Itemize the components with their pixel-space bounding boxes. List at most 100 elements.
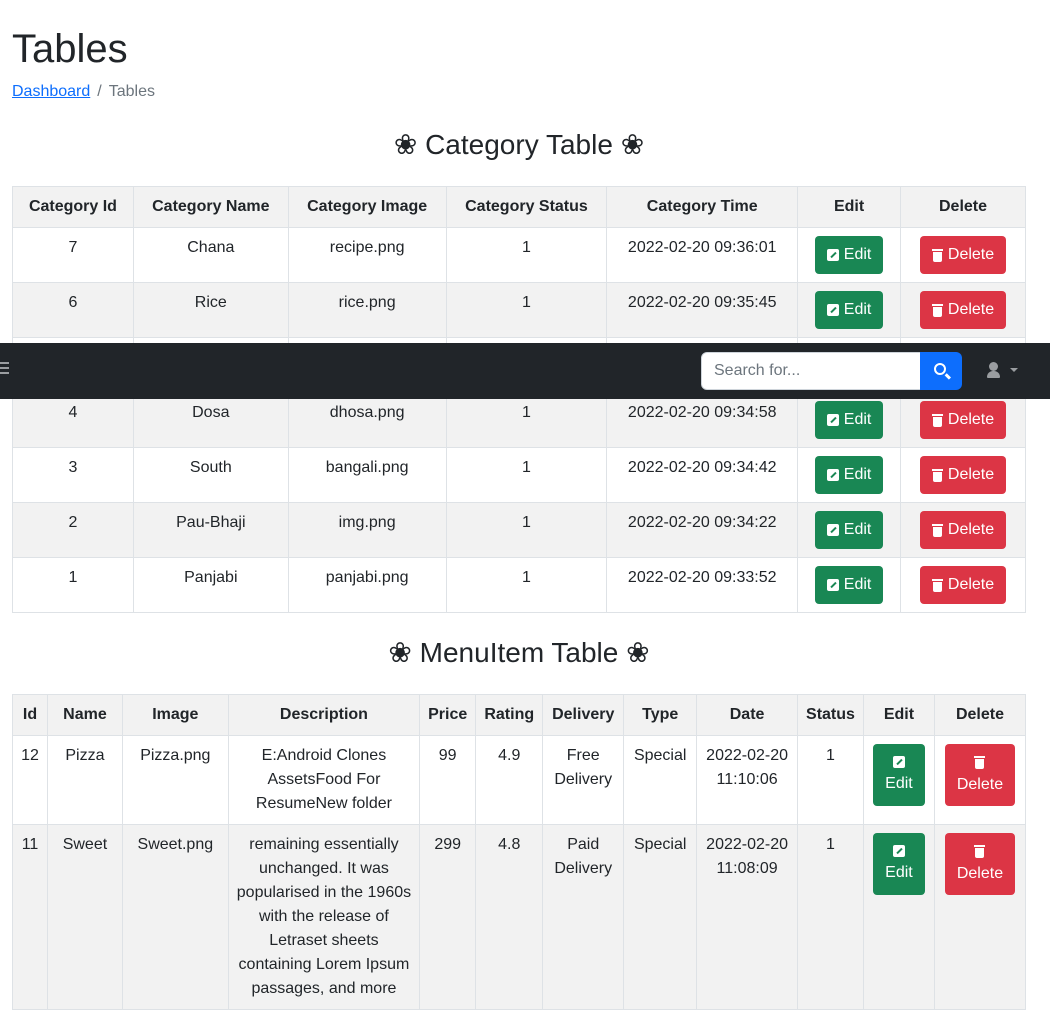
header-price: Price: [419, 694, 477, 736]
table-row: 12 Pizza Pizza.png E:Android Clones AssetsF…: [12, 735, 1027, 825]
cell-edit: Edit: [797, 282, 902, 338]
cell-image: bangali.png: [287, 447, 447, 503]
button-label: Edit: [885, 864, 913, 881]
cell-image: img.png: [287, 502, 447, 558]
menuitem-table-header-row: Id Name Image Description Price Rating D…: [12, 694, 1027, 736]
top-navbar: [0, 343, 1050, 399]
trash-icon: [931, 413, 943, 427]
delete-button[interactable]: Delete: [944, 744, 1016, 806]
cell-rating: 4.9: [475, 735, 544, 825]
header-id: Id: [12, 694, 48, 736]
button-label: Edit: [843, 246, 872, 263]
cell-delete: Delete: [900, 502, 1026, 558]
edit-button[interactable]: Edit: [873, 744, 925, 806]
cell-time: 2022-02-20 09:34:58: [606, 392, 799, 448]
cell-id: 12: [12, 735, 48, 825]
button-label: Delete: [947, 576, 995, 593]
cell-delete: Delete: [900, 392, 1026, 448]
cell-delivery: Paid Delivery: [542, 824, 625, 1010]
cell-image: panjabi.png: [287, 557, 447, 613]
cell-image: Pizza.png: [121, 735, 229, 825]
user-icon: [989, 362, 998, 371]
breadcrumb: Dashboard / Tables: [12, 82, 155, 102]
edit-button[interactable]: Edit: [814, 511, 884, 549]
button-label: Edit: [843, 411, 872, 428]
button-label: Delete: [956, 775, 1004, 793]
cell-status: 1: [445, 447, 608, 503]
delete-button[interactable]: Delete: [919, 566, 1007, 604]
button-label: Delete: [947, 466, 995, 483]
cell-delete: Delete: [933, 824, 1027, 1010]
edit-icon: [826, 249, 839, 261]
edit-button[interactable]: Edit: [873, 833, 925, 895]
search-button[interactable]: [920, 352, 962, 390]
button-label: Delete: [947, 301, 995, 318]
user-icon-body: [987, 371, 1000, 378]
cell-status: 1: [445, 557, 608, 613]
cell-status: 1: [445, 227, 608, 283]
delete-button[interactable]: Delete: [919, 236, 1007, 274]
button-label: Edit: [843, 466, 872, 483]
edit-icon: [826, 469, 839, 481]
button-label: Delete: [956, 864, 1004, 882]
table-row: 11 Sweet Sweet.png remaining essentially un…: [12, 824, 1027, 1010]
cell-time: 2022-02-20 09:35:45: [606, 282, 799, 338]
edit-icon: [892, 845, 905, 857]
cell-image: rice.png: [287, 282, 447, 338]
header-rating: Rating: [475, 694, 544, 736]
edit-icon: [826, 579, 839, 591]
trash-icon: [974, 755, 986, 769]
cell-delete: Delete: [900, 557, 1026, 613]
cell-name: Pizza: [46, 735, 123, 825]
header-category-image: Category Image: [287, 186, 447, 228]
cell-delete: Delete: [900, 227, 1026, 283]
hamburger-icon[interactable]: [0, 362, 10, 378]
trash-icon: [931, 523, 943, 537]
cell-name: Chana: [132, 227, 289, 283]
header-type: Type: [623, 694, 698, 736]
cell-edit: Edit: [862, 735, 935, 825]
user-dropdown[interactable]: [986, 361, 1020, 381]
button-label: Delete: [947, 246, 995, 263]
edit-button[interactable]: Edit: [814, 401, 884, 439]
edit-button[interactable]: Edit: [814, 456, 884, 494]
header-date: Date: [696, 694, 798, 736]
cell-image: Sweet.png: [121, 824, 229, 1010]
table-row: 7 Chana recipe.png 1 2022-02-20 09:36:01 Edit…: [12, 227, 1026, 283]
header-category-id: Category Id: [12, 186, 134, 228]
cell-time: 2022-02-20 09:33:52: [606, 557, 799, 613]
menuitem-table-title: ❀ MenuItem Table ❀: [388, 637, 650, 668]
cell-price: 299: [419, 824, 477, 1010]
cell-price: 99: [419, 735, 477, 825]
cell-name: Panjabi: [132, 557, 289, 613]
edit-button[interactable]: Edit: [814, 291, 884, 329]
search-input[interactable]: [701, 352, 921, 390]
edit-button[interactable]: Edit: [814, 236, 884, 274]
button-label: Edit: [843, 521, 872, 538]
category-table: Category Id Category Name Category Image…: [12, 186, 1026, 613]
edit-button[interactable]: Edit: [814, 566, 884, 604]
delete-button[interactable]: Delete: [919, 291, 1007, 329]
table-row: 1 Panjabi panjabi.png 1 2022-02-20 09:33:52 E…: [12, 557, 1026, 613]
table-row: 6 Rice rice.png 1 2022-02-20 09:35:45 Edit Del…: [12, 282, 1026, 338]
cell-description: E:Android Clones AssetsFood For ResumeNe…: [227, 735, 421, 825]
delete-button[interactable]: Delete: [944, 833, 1016, 895]
edit-icon: [892, 756, 905, 768]
cell-name: Rice: [132, 282, 289, 338]
delete-button[interactable]: Delete: [919, 511, 1007, 549]
cell-id: 3: [12, 447, 134, 503]
delete-button[interactable]: Delete: [919, 401, 1007, 439]
trash-icon: [931, 468, 943, 482]
category-table-title: ❀ Category Table ❀: [393, 129, 645, 160]
button-label: Edit: [843, 301, 872, 318]
header-name: Name: [46, 694, 123, 736]
header-description: Description: [227, 694, 421, 736]
delete-button[interactable]: Delete: [919, 456, 1007, 494]
breadcrumb-dashboard-link[interactable]: Dashboard: [12, 83, 90, 100]
header-category-name: Category Name: [132, 186, 289, 228]
cell-id: 2: [12, 502, 134, 558]
trash-icon: [931, 578, 943, 592]
table-row: 2 Pau-Bhaji img.png 1 2022-02-20 09:34:22 Edi…: [12, 502, 1026, 558]
cell-edit: Edit: [797, 447, 902, 503]
cell-status: 1: [445, 502, 608, 558]
